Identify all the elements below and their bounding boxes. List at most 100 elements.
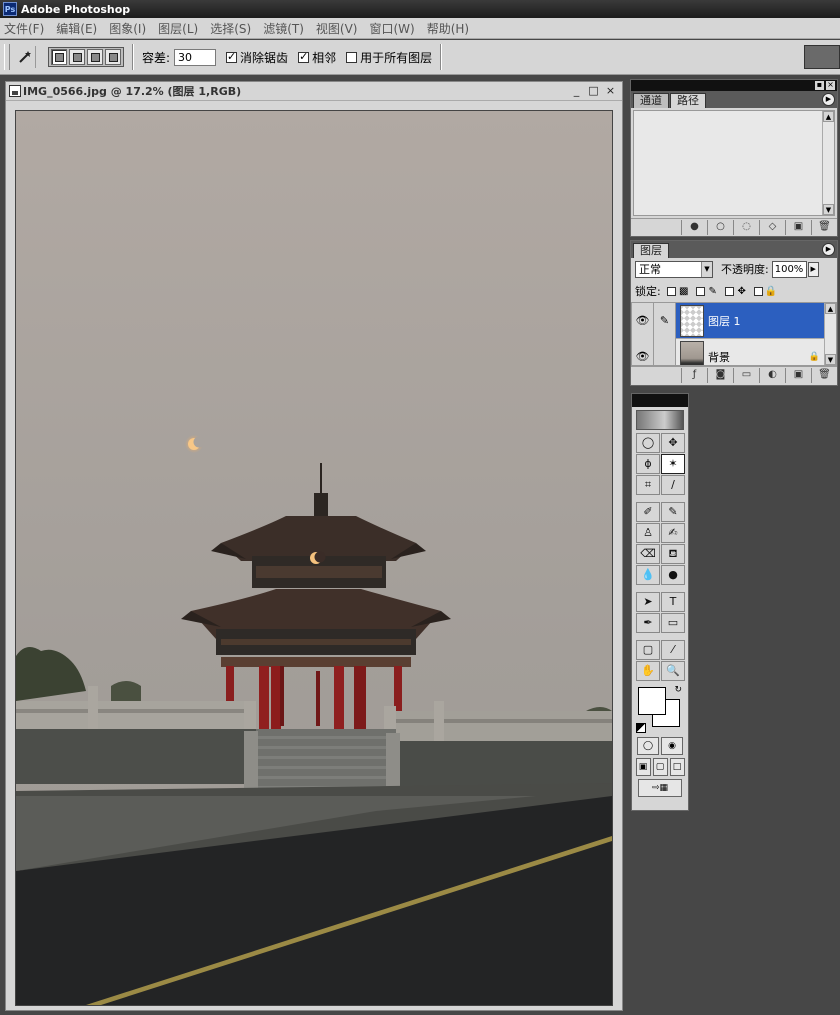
path-selection-tool-icon[interactable]: ➤ (636, 592, 660, 612)
minimize-button[interactable]: _ (569, 84, 584, 98)
default-colors-icon[interactable] (636, 723, 646, 733)
full-screen-mode-button[interactable]: □ (669, 758, 685, 776)
brush-tool-icon[interactable]: ✎ (661, 502, 685, 522)
tab-channels[interactable]: 通道 (633, 93, 669, 108)
subtract-from-selection-button[interactable] (87, 49, 103, 65)
contiguous-check-box[interactable] (298, 50, 310, 63)
eye-icon[interactable]: 👁 (632, 338, 654, 365)
load-selection-icon[interactable]: ◌ (733, 219, 759, 235)
image-canvas[interactable] (15, 110, 613, 1006)
opacity-slider-button[interactable]: ▶ (807, 261, 819, 277)
panel-titlebar[interactable]: ▪ × (631, 80, 837, 91)
opacity-input[interactable]: 100% (771, 260, 807, 278)
menu-image[interactable]: 图象(I) (109, 20, 146, 37)
tolerance-input[interactable] (174, 48, 217, 66)
clone-stamp-tool-icon[interactable]: ♙ (636, 523, 660, 543)
layer-row-background[interactable]: 👁 背景 🔒 (632, 338, 836, 365)
standard-mode-button[interactable]: ◯ (637, 737, 659, 755)
current-tool-magic-wand-icon[interactable] (14, 46, 36, 68)
blur-tool-icon[interactable]: 💧 (636, 565, 660, 585)
layers-scrollbar[interactable]: ▲ ▼ (824, 303, 836, 365)
notes-tool-icon[interactable]: ▢ (636, 640, 660, 660)
close-button[interactable]: × (603, 84, 618, 98)
tab-paths[interactable]: 路径 (670, 93, 706, 108)
scroll-up-arrow-icon[interactable]: ▲ (823, 111, 834, 122)
add-to-selection-button[interactable] (69, 49, 85, 65)
move-tool-icon[interactable]: ✥ (661, 433, 685, 453)
panel-menu-button[interactable]: ▶ (822, 93, 835, 106)
layer-mask-icon[interactable]: ◙ (707, 367, 733, 383)
paths-scrollbar[interactable]: ▲ ▼ (822, 111, 834, 215)
trash-icon[interactable]: 🗑 (811, 219, 837, 235)
lock-transparency-checkbox[interactable] (666, 286, 676, 296)
scroll-up-arrow-icon[interactable]: ▲ (825, 303, 836, 314)
menu-window[interactable]: 窗口(W) (369, 20, 414, 37)
eye-icon[interactable]: 👁 (632, 303, 654, 339)
panel-close-button[interactable]: × (826, 81, 835, 90)
menu-view[interactable]: 视图(V) (316, 20, 358, 37)
new-group-icon[interactable]: ▭ (733, 367, 759, 383)
link-icon[interactable] (654, 338, 676, 365)
blend-mode-select[interactable]: 正常 ▼ (635, 260, 713, 278)
history-brush-tool-icon[interactable]: ✍ (661, 523, 685, 543)
menu-help[interactable]: 帮助(H) (427, 20, 469, 37)
all-layers-checkbox[interactable]: 用于所有图层 (346, 49, 432, 66)
layer-style-icon[interactable]: ƒ (681, 367, 707, 383)
type-tool-icon[interactable]: T (661, 592, 685, 612)
slice-tool-icon[interactable]: ∕ (661, 475, 685, 495)
eraser-tool-icon[interactable]: ⌫ (636, 544, 660, 564)
new-layer-icon[interactable]: ▣ (785, 367, 811, 383)
lock-all-checkbox[interactable] (753, 286, 763, 296)
new-selection-button[interactable] (51, 49, 67, 65)
menu-select[interactable]: 选择(S) (210, 20, 251, 37)
healing-brush-tool-icon[interactable]: ✐ (636, 502, 660, 522)
brush-icon[interactable]: ✎ (654, 303, 676, 339)
trash-icon[interactable]: 🗑 (811, 367, 837, 383)
menu-filter[interactable]: 滤镜(T) (263, 20, 304, 37)
crop-tool-icon[interactable]: ⌗ (636, 475, 660, 495)
layer-row-layer1[interactable]: 👁 ✎ 图层 1 (632, 303, 836, 339)
lock-position-checkbox[interactable] (724, 286, 734, 296)
zoom-tool-icon[interactable]: 🔍 (661, 661, 685, 681)
all-layers-check-box[interactable] (346, 51, 358, 63)
lasso-tool-icon[interactable]: ϕ (636, 454, 660, 474)
intersect-selection-button[interactable] (105, 49, 121, 65)
chevron-down-icon[interactable]: ▼ (701, 261, 712, 277)
pen-tool-icon[interactable]: ✒ (636, 613, 660, 633)
menu-edit[interactable]: 编辑(E) (56, 20, 97, 37)
toolbox-titlebar[interactable] (632, 394, 688, 407)
toolbox-logo-icon[interactable] (636, 410, 684, 430)
standard-screen-mode-button[interactable]: ▣ (635, 758, 651, 776)
scroll-down-arrow-icon[interactable]: ▼ (825, 354, 836, 365)
document-title-bar[interactable]: IMG_0566.jpg @ 17.2% (图层 1,RGB) _ □ × (6, 82, 622, 101)
stroke-path-icon[interactable]: ○ (707, 219, 733, 235)
lock-image-checkbox[interactable] (695, 286, 705, 296)
make-work-path-icon[interactable]: ◇ (759, 219, 785, 235)
adjustment-layer-icon[interactable]: ◐ (759, 367, 785, 383)
contiguous-checkbox[interactable]: 相邻 (298, 49, 336, 66)
jump-to-imageready-button[interactable]: ⇨▦ (638, 779, 682, 797)
magic-wand-tool-icon[interactable]: ✶ (661, 454, 685, 474)
panel-minimize-button[interactable]: ▪ (815, 81, 824, 90)
fill-path-icon[interactable]: ● (681, 219, 707, 235)
foreground-color-swatch[interactable] (638, 687, 666, 715)
tab-layers[interactable]: 图层 (633, 243, 669, 258)
eyedropper-tool-icon[interactable]: ⁄ (661, 640, 685, 660)
antialias-checkbox[interactable]: 消除锯齿 (226, 49, 288, 66)
palette-well[interactable] (804, 45, 840, 69)
hand-tool-icon[interactable]: ✋ (636, 661, 660, 681)
rectangle-tool-icon[interactable]: ▭ (661, 613, 685, 633)
paint-bucket-tool-icon[interactable]: ⛾ (661, 544, 685, 564)
maximize-button[interactable]: □ (586, 84, 601, 98)
panel-menu-button[interactable]: ▶ (822, 243, 835, 256)
menu-file[interactable]: 文件(F) (4, 20, 44, 37)
menu-layer[interactable]: 图层(L) (158, 20, 198, 37)
new-path-icon[interactable]: ▣ (785, 219, 811, 235)
quick-mask-button[interactable]: ◉ (661, 737, 683, 755)
marquee-tool-icon[interactable]: ◯ (636, 433, 660, 453)
full-screen-menu-mode-button[interactable]: ▢ (652, 758, 668, 776)
antialias-check-box[interactable] (226, 50, 238, 63)
dodge-tool-icon[interactable]: ● (661, 565, 685, 585)
scroll-down-arrow-icon[interactable]: ▼ (823, 204, 834, 215)
options-bar-grip[interactable] (4, 44, 10, 70)
